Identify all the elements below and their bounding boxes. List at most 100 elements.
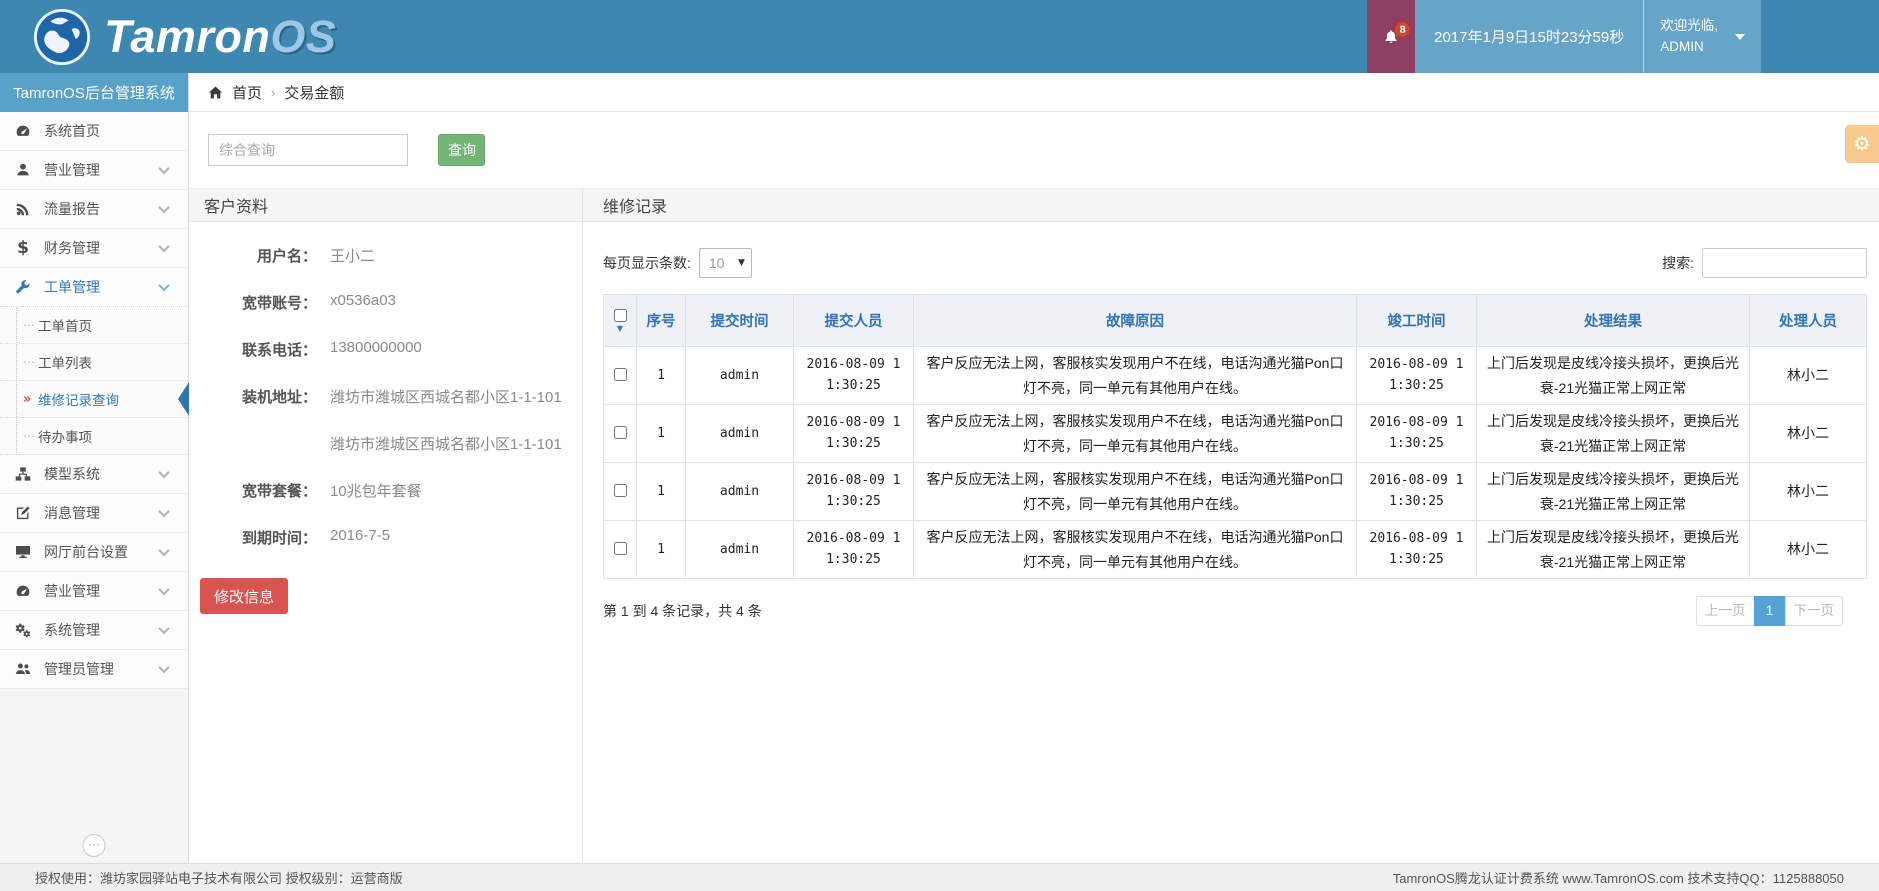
table-search-input[interactable]	[1702, 248, 1867, 278]
customer-panel-title: 客户资料	[189, 188, 582, 222]
panel-settings-button[interactable]: ⚙	[1845, 125, 1879, 163]
table-cell: 2016-08-09 11:30:25	[1357, 521, 1477, 579]
records-table-body: 1admin2016-08-09 11:30:25客户反应无法上网，客服核实发现…	[604, 347, 1867, 579]
column-header[interactable]: 提交时间	[686, 295, 794, 347]
customer-panel: 客户资料 用户名：王小二宽带账号：x0536a03联系电话：1380000000…	[189, 188, 583, 863]
chevron-down-icon	[158, 241, 169, 252]
sidebar-item[interactable]: $ 财务管理	[0, 229, 188, 268]
table-cell: 2016-08-09 11:30:25	[1357, 463, 1477, 521]
sidebar-subitem[interactable]: ⋯工单首页	[0, 307, 188, 344]
ellipsis-icon: ⋯	[88, 838, 101, 853]
sidebar-item-label: 系统首页	[44, 121, 100, 141]
sidebar-item-label: 营业管理	[44, 581, 100, 601]
desktop-icon	[13, 544, 33, 561]
chevron-down-icon	[158, 280, 169, 291]
table-cell: 2016-08-09 11:30:25	[1357, 405, 1477, 463]
sidebar-item[interactable]: 模型系统	[0, 455, 188, 494]
logo: TamronOS	[0, 8, 336, 66]
sidebar-subitem-label: 工单列表	[38, 352, 92, 372]
table-cell: 2016-08-09 11:30:25	[794, 521, 914, 579]
row-checkbox[interactable]	[614, 484, 627, 497]
table-row: 1admin2016-08-09 11:30:25客户反应无法上网，客服核实发现…	[604, 347, 1867, 405]
sidebar-subitem[interactable]: ⋯待办事项	[0, 418, 188, 455]
global-search-input[interactable]	[208, 134, 408, 166]
column-header[interactable]: 提交人员	[794, 295, 914, 347]
field-value: 王小二	[330, 245, 375, 266]
sidebar-item[interactable]: 系统首页	[0, 112, 188, 151]
row-checkbox[interactable]	[614, 368, 627, 381]
field-label: 到期时间：	[199, 527, 317, 548]
column-header[interactable]: 处理结果	[1477, 295, 1750, 347]
row-checkbox[interactable]	[614, 542, 627, 555]
customer-field: 宽带套餐：10兆包年套餐	[199, 480, 582, 501]
sidebar-item-label: 工单管理	[44, 277, 100, 297]
sidebar-menu: 系统首页营业管理流量报告$财务管理工单管理⋯工单首页⋯工单列表»维修记录查询⋯待…	[0, 112, 188, 689]
sidebar-item[interactable]: 消息管理	[0, 494, 188, 533]
dollar-icon: $	[13, 240, 33, 257]
sidebar-item-label: 财务管理	[44, 238, 100, 258]
table-row: 1admin2016-08-09 11:30:25客户反应无法上网，客服核实发现…	[604, 463, 1867, 521]
sidebar-subitem-label: 待办事项	[38, 426, 92, 446]
breadcrumb-home-link[interactable]: 首页	[232, 82, 262, 103]
row-checkbox-cell	[604, 463, 637, 521]
wrench-icon	[13, 279, 33, 296]
column-header[interactable]: 处理人员	[1750, 295, 1867, 347]
users-icon	[13, 661, 33, 678]
table-row: 1admin2016-08-09 11:30:25客户反应无法上网，客服核实发现…	[604, 521, 1867, 579]
customer-field: 宽带账号：x0536a03	[199, 292, 582, 313]
table-cell: 1	[637, 347, 686, 405]
row-checkbox-cell	[604, 347, 637, 405]
chevron-down-icon	[158, 163, 169, 174]
rss-icon	[13, 201, 33, 218]
welcome-text: 欢迎光临, ADMIN	[1660, 16, 1718, 58]
field-value: 潍坊市潍城区西城名都小区1-1-101	[330, 386, 562, 407]
field-label: 宽带套餐：	[199, 480, 317, 501]
table-cell: 林小二	[1750, 521, 1867, 579]
pagination-next[interactable]: 下一页	[1785, 596, 1844, 626]
dots-leader-icon: ⋯	[23, 318, 35, 332]
pagination-prev[interactable]: 上一页	[1696, 596, 1755, 626]
table-cell: 2016-08-09 11:30:25	[794, 347, 914, 405]
sidebar-item[interactable]: 管理员管理	[0, 650, 188, 689]
table-cell: 上门后发现是皮线冷接头损坏，更换后光衰-21光猫正常上网正常	[1477, 521, 1750, 579]
user-menu[interactable]: 欢迎光临, ADMIN	[1643, 0, 1761, 73]
column-header[interactable]: 故障原因	[914, 295, 1357, 347]
sidebar-collapse-toggle[interactable]: ⋯	[83, 834, 106, 857]
sitemap-icon	[13, 466, 33, 483]
pagination: 上一页 1 下一页	[1696, 596, 1843, 626]
column-header[interactable]: 竣工时间	[1357, 295, 1477, 347]
page-size-label: 每页显示条数:	[603, 253, 691, 273]
field-label: 联系电话：	[199, 339, 317, 360]
edit-info-button[interactable]: 修改信息	[200, 578, 288, 614]
table-cell: 1	[637, 521, 686, 579]
row-checkbox[interactable]	[614, 426, 627, 439]
customer-field: 用户名：王小二	[199, 245, 582, 266]
globe-logo-icon	[33, 8, 91, 66]
sidebar-item[interactable]: 工单管理	[0, 268, 188, 307]
sort-caret-icon: ▼	[617, 324, 623, 333]
footer-license-text: 授权使用：潍坊家园驿站电子技术有限公司 授权级别：运营商版	[35, 868, 403, 887]
table-cell: 客户反应无法上网，客服核实发现用户不在线，电话沟通光猫Pon口灯不亮，同一单元有…	[914, 521, 1357, 579]
page-size-select[interactable]: 10 ▼	[699, 248, 752, 278]
notifications-button[interactable]: 8	[1367, 0, 1415, 73]
sidebar-item-label: 消息管理	[44, 503, 100, 523]
sidebar-item[interactable]: 系统管理	[0, 611, 188, 650]
table-cell: 1	[637, 463, 686, 521]
sidebar-subitem[interactable]: »维修记录查询	[0, 381, 188, 418]
select-all-checkbox[interactable]	[614, 309, 627, 322]
chevron-down-icon	[158, 545, 169, 556]
records-panel: 维修记录 每页显示条数: 10 ▼ 搜索:	[583, 188, 1879, 863]
sidebar-item[interactable]: 网厅前台设置	[0, 533, 188, 572]
table-cell: admin	[686, 347, 794, 405]
sidebar-subitem-label: 维修记录查询	[38, 389, 119, 409]
sidebar-item[interactable]: 营业管理	[0, 151, 188, 190]
sidebar-subitem[interactable]: ⋯工单列表	[0, 344, 188, 381]
sidebar-item-label: 流量报告	[44, 199, 100, 219]
sidebar-item[interactable]: 营业管理	[0, 572, 188, 611]
field-value: 2016-7-5	[330, 527, 390, 548]
sidebar-item[interactable]: 流量报告	[0, 190, 188, 229]
pagination-page-1[interactable]: 1	[1754, 596, 1786, 626]
chevron-down-icon	[158, 623, 169, 634]
column-header[interactable]: 序号	[637, 295, 686, 347]
query-button[interactable]: 查询	[438, 134, 485, 166]
